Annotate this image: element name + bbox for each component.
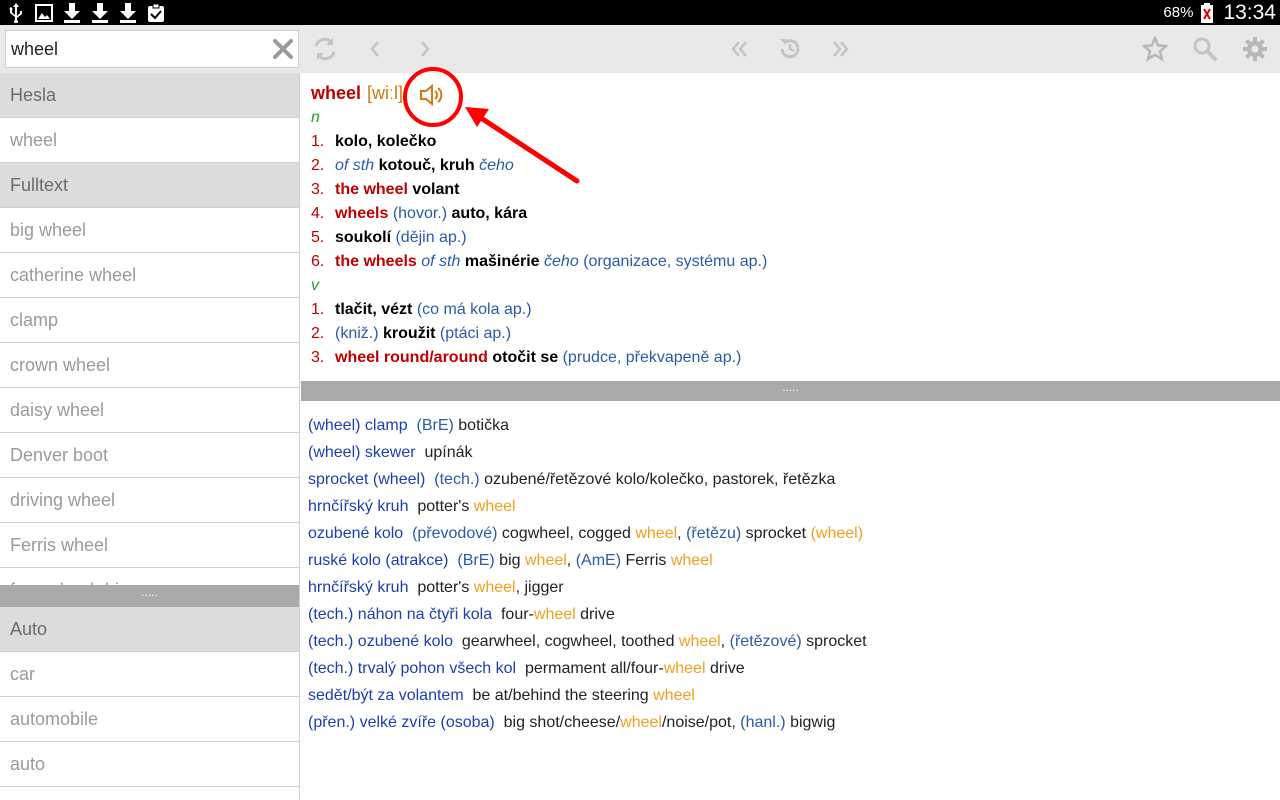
swap-language-button[interactable] (311, 35, 339, 63)
list-item[interactable]: daisy wheel (0, 388, 299, 433)
double-chevron-left-icon (731, 41, 747, 57)
search-box (5, 30, 299, 68)
list-item[interactable]: clamp (0, 298, 299, 343)
battery-percent: 68% (1163, 4, 1194, 21)
toolbar (0, 25, 1280, 73)
next-button[interactable] (411, 35, 439, 63)
history-button[interactable] (776, 35, 804, 63)
search-options-button[interactable] (1191, 35, 1219, 63)
fulltext-results: (wheel) clamp (BrE) botička (wheel) skew… (301, 401, 1280, 800)
list-item[interactable]: four-wheel drive (0, 568, 299, 585)
double-chevron-right-icon (833, 41, 849, 57)
list-header-fulltext: Fulltext (0, 163, 299, 208)
entry-header: wheel [wiːl] (311, 83, 403, 107)
result-row[interactable]: hrnčířský kruh potter's wheel (308, 498, 516, 516)
list-item[interactable]: Ferris wheel (0, 523, 299, 568)
sense-row: 1. tlačit, vézt (co má kola ap.) (311, 301, 532, 318)
sense-row: 2. (kniž.) kroužit (ptáci ap.) (311, 325, 512, 342)
result-row[interactable]: ruské kolo (atrakce) (BrE) big wheel, (A… (308, 552, 713, 570)
dictionary-entry: wheel [wiːl] n 1. kolo, kolečko 2. of sth … (301, 67, 1280, 381)
list-item[interactable]: big wheel (0, 208, 299, 253)
part-of-speech-verb: v (311, 277, 319, 294)
download-icon (118, 2, 138, 23)
sense-row: 2. of sth kotouč, kruh čeho (311, 157, 514, 174)
result-row[interactable]: (wheel) clamp (BrE) botička (308, 417, 509, 435)
clear-search-button[interactable] (272, 38, 294, 60)
pane-resize-handle[interactable]: ..... (301, 381, 1280, 401)
status-bar-notifications (6, 2, 166, 23)
result-row[interactable]: (tech.) ozubené kolo gearwheel, cogwheel… (308, 633, 867, 651)
history-forward-button[interactable] (826, 35, 854, 63)
result-row[interactable]: (přen.) velké zvíře (osoba) big shot/che… (308, 714, 835, 732)
result-row[interactable]: (wheel) skewer upínák (308, 444, 473, 462)
list-header-hesla: Hesla (0, 73, 299, 118)
result-row[interactable]: ozubené kolo (převodové) cogwheel, cogge… (308, 525, 863, 543)
magnifier-icon (1193, 37, 1217, 61)
status-bar-system: 68% 13:34 (1163, 0, 1276, 25)
list-item[interactable]: automobile (0, 697, 299, 742)
sense-row: 5. soukolí (dějin ap.) (311, 229, 467, 246)
history-back-button[interactable] (726, 35, 754, 63)
favorite-button[interactable] (1141, 35, 1169, 63)
status-bar: 68% 13:34 (0, 0, 1280, 25)
result-row[interactable]: sprocket (wheel) (tech.) ozubené/řetězov… (308, 471, 835, 489)
result-row[interactable]: (tech.) trvalý pohon všech kol permament… (308, 660, 745, 678)
speaker-icon (420, 83, 443, 107)
search-input[interactable] (11, 35, 266, 63)
sense-row: 3. wheel round/around otočit se (prudce, … (311, 349, 742, 366)
result-row[interactable]: sedět/být za volantem be at/behind the s… (308, 687, 695, 705)
list-item[interactable]: catherine wheel (0, 253, 299, 298)
list-item[interactable]: auto (0, 742, 299, 787)
swap-icon (314, 37, 336, 61)
chevron-right-icon (421, 41, 430, 57)
word-list-panel: Hesla wheel Fulltext big wheel catherine… (0, 73, 300, 800)
history-icon (780, 39, 800, 59)
download-icon (90, 2, 110, 23)
list-header-auto: Auto (0, 607, 299, 652)
pane-resize-handle[interactable]: ..... (0, 585, 299, 607)
secondary-results-list: Auto car automobile auto (0, 607, 299, 800)
usb-icon (6, 2, 26, 23)
result-row[interactable]: hrnčířský kruh potter's wheel, jigger (308, 579, 564, 597)
list-item[interactable]: car (0, 652, 299, 697)
pronunciation: [wiːl] (367, 83, 404, 103)
result-row[interactable]: (tech.) náhon na čtyři kola four-wheel d… (308, 606, 615, 624)
sense-row: 4. wheels (hovor.) auto, kára (311, 205, 528, 222)
download-icon (62, 2, 82, 23)
sense-row: 3. the wheel volant (311, 181, 460, 198)
sense-row: 1. kolo, kolečko (311, 133, 437, 150)
image-icon (34, 3, 54, 23)
sense-row: 6. the wheels of sth mašinérie čeho (orga… (311, 253, 768, 270)
close-icon (273, 39, 293, 59)
gear-icon (1243, 37, 1267, 61)
clock: 13:34 (1223, 0, 1276, 24)
battery-icon (1197, 2, 1217, 23)
previous-button[interactable] (361, 35, 389, 63)
list-item[interactable]: Denver boot (0, 433, 299, 478)
chevron-left-icon (370, 41, 379, 57)
star-icon (1142, 36, 1168, 62)
clipboard-check-icon (146, 3, 166, 23)
part-of-speech-noun: n (311, 109, 320, 126)
annotation-arrow-icon (465, 107, 580, 184)
list-item[interactable]: crown wheel (0, 343, 299, 388)
list-item[interactable]: wheel (0, 118, 299, 163)
headword: wheel (311, 83, 362, 103)
list-item[interactable]: driving wheel (0, 478, 299, 523)
results-list: Hesla wheel Fulltext big wheel catherine… (0, 73, 299, 585)
settings-button[interactable] (1241, 35, 1269, 63)
play-pronunciation-button[interactable] (418, 82, 444, 108)
